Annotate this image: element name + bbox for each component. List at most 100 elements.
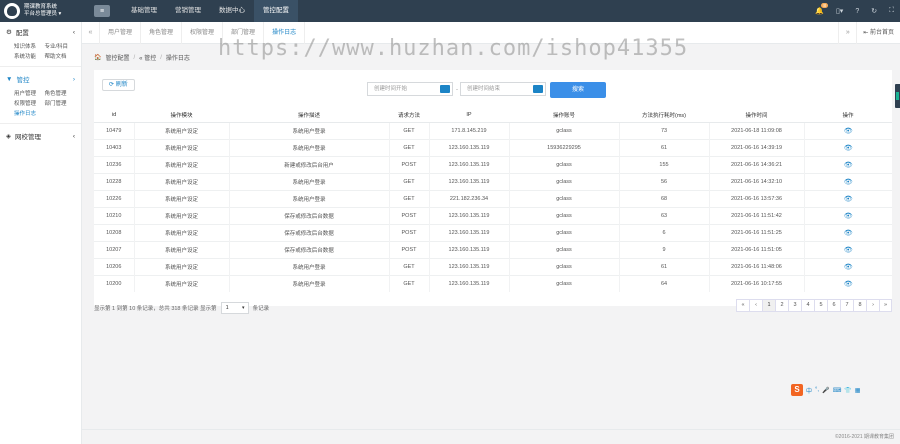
tabs-scroll-right-button[interactable]: » — [838, 22, 856, 44]
table-row: 10228 系统用户设定 系统用户登录 GET 123.160.135.119 gclas… — [94, 172, 892, 190]
page-button[interactable]: 1 — [762, 299, 775, 312]
topnav-item[interactable]: 管控配置 — [254, 0, 298, 22]
page-button[interactable]: 7 — [840, 299, 853, 312]
view-eye-icon[interactable]: 👁 — [844, 213, 853, 220]
sidebar-item[interactable]: 知识体系 — [14, 42, 39, 50]
table-cell: 系统用户登录 — [229, 257, 390, 275]
view-eye-icon[interactable]: 👁 — [844, 230, 853, 237]
sidebar: ⚙ 配置 ‹ 知识体系 专业/科目 系统功能 帮助文档 ▼ 管控 › 用户管理 角色管理 权限… — [0, 22, 82, 444]
page-tab[interactable]: 权限管理 — [182, 21, 224, 44]
help-icon[interactable]: ? — [855, 8, 859, 15]
sidebar-item[interactable]: 角色管理 — [45, 89, 70, 97]
user-role-dropdown[interactable]: 平台总管理员 ▾ — [24, 11, 61, 18]
table-cell: 系统用户设定 — [134, 138, 230, 156]
toolbox-icon[interactable]: ▦ — [855, 387, 861, 394]
microphone-icon[interactable]: 🎤 — [822, 387, 829, 394]
sidebar-config-items: 知识体系 专业/科目 系统功能 帮助文档 — [0, 42, 81, 64]
view-eye-icon[interactable]: 👁 — [844, 264, 853, 271]
watermark: https://www.huzhan.com/ishop41355 — [218, 36, 689, 61]
side-toggle-handle[interactable] — [895, 84, 900, 108]
table-cell: 123.160.135.119 — [429, 274, 510, 292]
view-eye-icon[interactable]: 👁 — [844, 247, 853, 254]
sidebar-item[interactable]: 权限管理 — [14, 99, 39, 107]
table-cell: 9 — [619, 240, 710, 258]
page-button[interactable]: 2 — [775, 299, 788, 312]
view-eye-icon[interactable]: 👁 — [844, 128, 853, 135]
filter-icon: ▼ — [6, 75, 13, 83]
table-row: 10210 系统用户设定 保存或修改后台数据 POST 123.160.135.119 g… — [94, 206, 892, 224]
table-cell: GET — [389, 138, 430, 156]
sogou-logo-icon[interactable]: S — [791, 384, 803, 396]
table-cell: 2021-06-16 11:51:42 — [709, 206, 805, 224]
front-home-button[interactable]: ⇤ 前台首页 — [856, 22, 900, 44]
brand-text[interactable]: 期课教育系统 平台总管理员 ▾ — [24, 4, 61, 18]
tabs-scroll-left-button[interactable]: « — [82, 21, 100, 44]
table-cell: 系统用户登录 — [229, 121, 390, 139]
punctuation-icon[interactable]: °, — [815, 387, 819, 393]
sidebar-section-label: 管控 — [16, 77, 30, 84]
skin-icon[interactable]: 👕 — [844, 387, 851, 394]
page-size-select[interactable]: 1 — [220, 302, 249, 314]
sidebar-item[interactable]: 帮助文档 — [45, 52, 70, 60]
notification-badge: 8 — [821, 3, 828, 8]
topnav-item[interactable]: 营销管理 — [166, 0, 210, 22]
page-button[interactable]: 5 — [814, 299, 827, 312]
page-tab[interactable]: 角色管理 — [141, 21, 183, 44]
table-cell: 73 — [619, 121, 710, 139]
mobile-icon[interactable]: ▯▾ — [836, 7, 843, 15]
breadcrumb-item[interactable]: 管控配置 — [105, 53, 129, 62]
table-cell: 64 — [619, 274, 710, 292]
ime-language[interactable]: 中 — [806, 386, 812, 395]
table-cell: 63 — [619, 206, 710, 224]
search-button[interactable]: 搜索 — [550, 82, 606, 98]
page-button[interactable]: « — [736, 299, 749, 312]
page-button[interactable]: 6 — [827, 299, 840, 312]
bell-icon[interactable]: 🔔 8 — [815, 3, 828, 15]
start-date-input[interactable]: 创建时间开始 — [367, 82, 453, 96]
home-icon: 🏠 — [94, 55, 102, 61]
sidebar-section-control[interactable]: ▼ 管控 › — [0, 69, 81, 89]
view-eye-icon[interactable]: 👁 — [844, 196, 853, 203]
end-date-input[interactable]: 创建时间结束 — [460, 82, 546, 96]
topnav-item[interactable]: 数据中心 — [210, 0, 254, 22]
table-cell: gclass — [509, 223, 620, 241]
sidebar-item[interactable]: 部门管理 — [45, 99, 70, 107]
breadcrumb-item[interactable]: « 管控 — [139, 53, 156, 62]
gear-icon: ⚙ — [6, 29, 12, 36]
page-button[interactable]: 3 — [788, 299, 801, 312]
page-tab[interactable]: 用户管理 — [100, 21, 142, 44]
view-eye-icon[interactable]: 👁 — [844, 281, 853, 288]
table-cell: 10210 — [94, 206, 135, 224]
page-button[interactable]: ‹ — [749, 299, 762, 312]
view-eye-icon[interactable]: 👁 — [844, 162, 853, 169]
refresh-icon[interactable]: ↻ — [871, 7, 877, 15]
sidebar-section-school[interactable]: ◈ 网校管理 ‹ — [0, 126, 81, 146]
calendar-icon[interactable] — [440, 85, 450, 93]
page-button[interactable]: › — [866, 299, 879, 312]
sidebar-item[interactable]: 系统功能 — [14, 52, 39, 60]
table-row: 10200 系统用户设定 系统用户登录 GET 123.160.135.119 gclas… — [94, 274, 892, 292]
page-button[interactable]: » — [879, 299, 892, 312]
sidebar-item[interactable]: 操作日志 — [14, 109, 39, 117]
sidebar-item[interactable]: 专业/科目 — [45, 42, 70, 50]
refresh-button[interactable]: ⟳ 刷新 — [102, 79, 135, 91]
page-button[interactable]: 4 — [801, 299, 814, 312]
fullscreen-icon[interactable]: ⛶ — [889, 7, 894, 15]
table-row: 10479 系统用户设定 系统用户登录 GET 171.8.145.219 gclass 7… — [94, 121, 892, 139]
calendar-icon[interactable] — [533, 85, 543, 93]
table-cell: POST — [389, 223, 430, 241]
sidebar-control-items: 用户管理 角色管理 权限管理 部门管理 操作日志 — [0, 89, 81, 121]
menu-toggle-button[interactable]: ≡ — [94, 5, 110, 17]
column-header: id — [94, 108, 134, 123]
keyboard-icon[interactable]: ⌨ — [833, 387, 842, 394]
view-eye-icon[interactable]: 👁 — [844, 145, 853, 152]
sidebar-section-config[interactable]: ⚙ 配置 ‹ — [0, 22, 81, 42]
avatar[interactable] — [4, 3, 20, 19]
page-button[interactable]: 8 — [853, 299, 866, 312]
view-eye-icon[interactable]: 👁 — [844, 179, 853, 186]
table-cell: 2021-06-16 11:48:06 — [709, 257, 805, 275]
sidebar-item[interactable]: 用户管理 — [14, 89, 39, 97]
table-row: 10208 系统用户设定 保存或修改后台数据 POST 123.160.135.119 g… — [94, 223, 892, 241]
topnav-item[interactable]: 基础管理 — [122, 0, 166, 22]
table-cell: POST — [389, 240, 430, 258]
